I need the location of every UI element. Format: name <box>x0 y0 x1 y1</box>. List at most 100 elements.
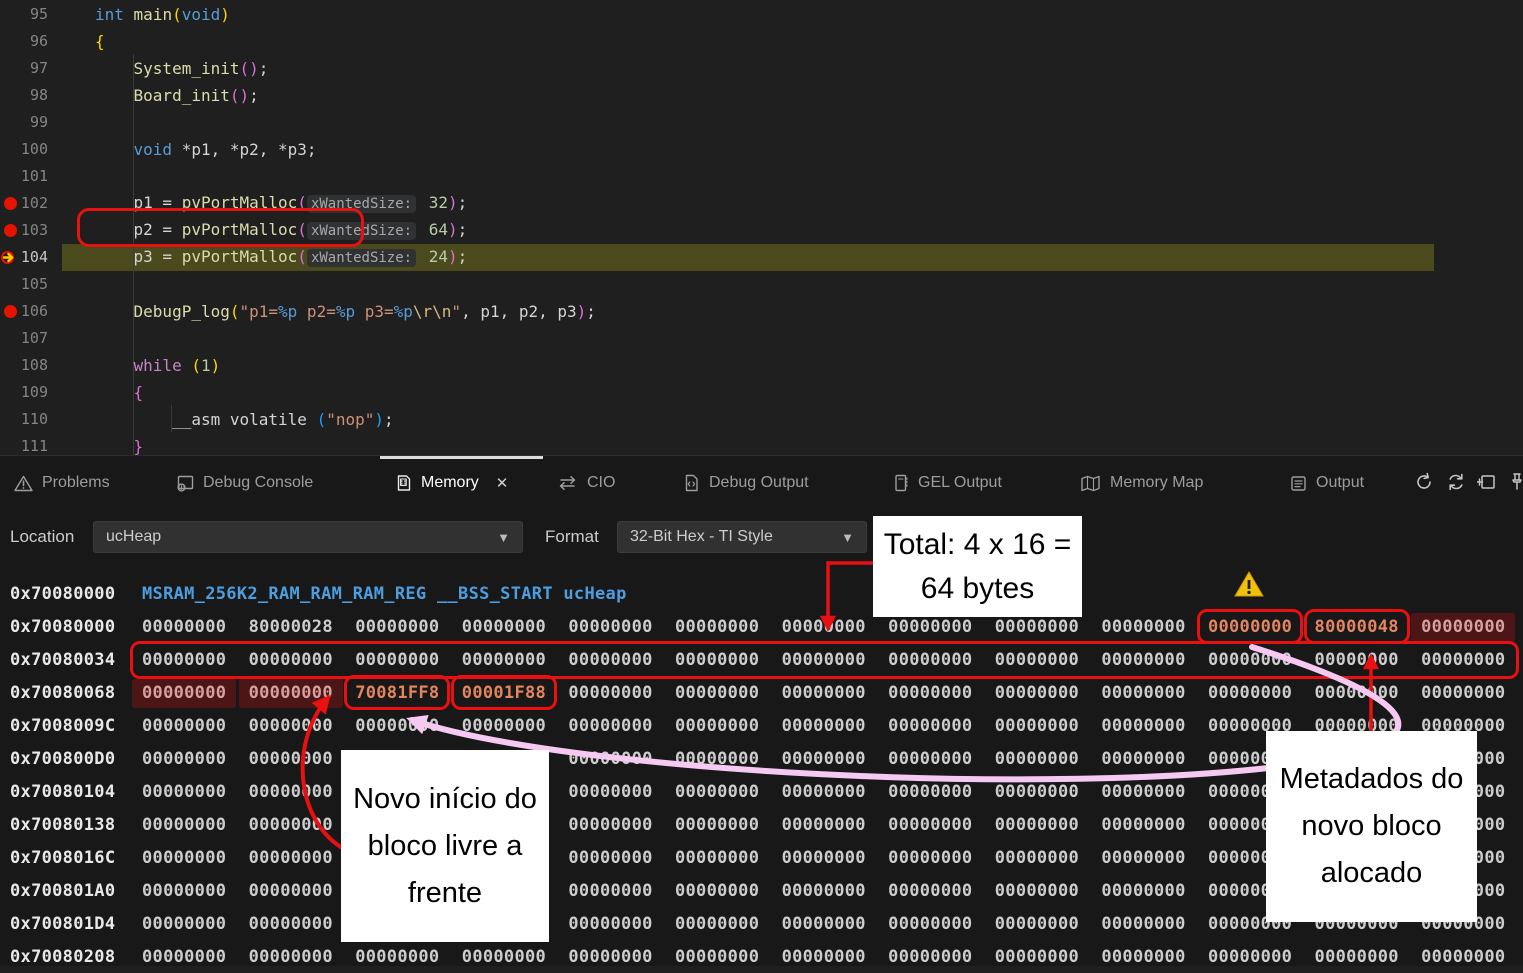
memory-cell[interactable]: 00000000 <box>782 782 889 802</box>
memory-cell[interactable]: 00000000 <box>249 749 356 769</box>
memory-cell[interactable]: 00000000 <box>1208 617 1315 637</box>
memory-cell[interactable]: 00000000 <box>995 848 1102 868</box>
memory-cell[interactable]: 00001F88 <box>462 683 569 703</box>
memory-cell[interactable]: 00000000 <box>568 683 675 703</box>
memory-cell[interactable]: 00000000 <box>995 683 1102 703</box>
memory-cell[interactable]: 00000000 <box>1315 947 1422 967</box>
memory-cell[interactable]: 00000000 <box>1101 815 1208 835</box>
memory-cell[interactable]: 00000000 <box>675 914 782 934</box>
memory-cell[interactable]: 00000000 <box>1101 848 1208 868</box>
tab-problems[interactable]: Problems <box>14 466 110 500</box>
memory-cell[interactable]: 00000000 <box>782 914 889 934</box>
memory-cell[interactable]: 00000000 <box>568 947 675 967</box>
memory-cell[interactable]: 00000000 <box>1208 947 1315 967</box>
memory-cell[interactable]: 00000000 <box>782 947 889 967</box>
tab-debug-console[interactable]: Debug Console <box>175 466 313 500</box>
memory-cell[interactable]: 00000000 <box>568 617 675 637</box>
memory-cell[interactable]: 00000000 <box>568 716 675 736</box>
memory-cell[interactable]: 00000000 <box>888 782 995 802</box>
memory-cell[interactable]: 00000000 <box>675 617 782 637</box>
memory-cell[interactable]: 00000000 <box>249 914 356 934</box>
memory-cell[interactable]: 00000000 <box>995 881 1102 901</box>
memory-cell[interactable]: 00000000 <box>995 617 1102 637</box>
memory-cell[interactable]: 00000000 <box>249 848 356 868</box>
memory-cell[interactable]: 00000000 <box>675 881 782 901</box>
memory-cell[interactable]: 00000000 <box>249 881 356 901</box>
memory-cell[interactable]: 00000000 <box>888 683 995 703</box>
memory-cell[interactable]: 00000000 <box>142 683 249 703</box>
memory-cell[interactable]: 00000000 <box>888 848 995 868</box>
memory-cell[interactable]: 00000000 <box>1421 617 1523 637</box>
memory-cell[interactable]: 70081FF8 <box>355 683 462 703</box>
breakpoint-icon[interactable] <box>4 224 17 237</box>
memory-cell[interactable]: 00000000 <box>675 815 782 835</box>
memory-cell[interactable]: 00000000 <box>782 683 889 703</box>
memory-cell[interactable]: 00000000 <box>142 716 249 736</box>
memory-cell[interactable]: 00000000 <box>1101 881 1208 901</box>
memory-cell[interactable]: 00000000 <box>568 881 675 901</box>
memory-cell[interactable]: 00000000 <box>1101 683 1208 703</box>
memory-cell[interactable]: 00000000 <box>1101 749 1208 769</box>
memory-cell[interactable]: 00000000 <box>995 947 1102 967</box>
memory-cell[interactable]: 00000000 <box>995 815 1102 835</box>
memory-cell[interactable]: 00000000 <box>888 749 995 769</box>
memory-cell[interactable]: 00000000 <box>568 815 675 835</box>
memory-cell[interactable]: 00000000 <box>1101 716 1208 736</box>
memory-cell[interactable]: 00000000 <box>888 815 995 835</box>
memory-cell[interactable]: 00000000 <box>249 782 356 802</box>
memory-cell[interactable]: 00000000 <box>249 815 356 835</box>
memory-cell[interactable]: 00000000 <box>249 683 356 703</box>
breakpoint-gutter[interactable] <box>0 305 20 318</box>
memory-cell[interactable]: 00000000 <box>995 749 1102 769</box>
memory-cell[interactable]: 00000000 <box>675 683 782 703</box>
memory-cell[interactable]: 00000000 <box>462 617 569 637</box>
memory-cell[interactable]: 00000000 <box>675 947 782 967</box>
memory-cell[interactable]: 00000000 <box>142 782 249 802</box>
memory-cell[interactable]: 00000000 <box>995 782 1102 802</box>
memory-cell[interactable]: 00000000 <box>355 617 462 637</box>
memory-cell[interactable]: 00000000 <box>888 617 995 637</box>
memory-cell[interactable]: 00000000 <box>249 947 356 967</box>
memory-cell[interactable]: 00000000 <box>995 716 1102 736</box>
memory-cell[interactable]: 00000000 <box>888 881 995 901</box>
memory-cell[interactable]: 00000000 <box>782 881 889 901</box>
memory-cell[interactable]: 00000000 <box>995 914 1102 934</box>
memory-cell[interactable]: 00000000 <box>142 947 249 967</box>
refresh-icon[interactable] <box>1443 469 1469 495</box>
code-editor[interactable]: 95int main(void)96{97 System_init();98 B… <box>0 0 1523 455</box>
memory-cell[interactable]: 80000048 <box>1315 617 1422 637</box>
memory-cell[interactable]: 00000000 <box>568 782 675 802</box>
memory-cell[interactable]: 00000000 <box>782 848 889 868</box>
location-combobox[interactable]: ucHeap ▼ <box>93 521 523 553</box>
memory-cell[interactable]: 00000000 <box>249 716 356 736</box>
breakpoint-icon[interactable] <box>4 197 17 210</box>
memory-cell[interactable]: 00000000 <box>1421 947 1523 967</box>
breakpoint-gutter[interactable] <box>0 197 20 210</box>
memory-cell[interactable]: 00000000 <box>782 617 889 637</box>
memory-cell[interactable]: 00000000 <box>782 716 889 736</box>
memory-cell[interactable]: 00000000 <box>142 881 249 901</box>
breakpoint-icon[interactable] <box>4 305 17 318</box>
memory-cell[interactable]: 00000000 <box>782 749 889 769</box>
memory-cell[interactable]: 80000028 <box>249 617 356 637</box>
format-combobox[interactable]: 32-Bit Hex - TI Style ▼ <box>617 521 867 553</box>
memory-cell[interactable]: 00000000 <box>568 749 675 769</box>
memory-cell[interactable]: 00000000 <box>675 782 782 802</box>
tab-cio[interactable]: CIO <box>557 466 615 500</box>
memory-cell[interactable]: 00000000 <box>142 848 249 868</box>
tab-output[interactable]: Output <box>1290 466 1364 500</box>
tab-gel-output[interactable]: GEL Output <box>893 466 1002 500</box>
memory-cell[interactable]: 00000000 <box>142 914 249 934</box>
memory-cell[interactable]: 00000000 <box>142 749 249 769</box>
memory-cell[interactable]: 00000000 <box>142 617 249 637</box>
new-memory-view-icon[interactable] <box>1474 469 1500 495</box>
memory-cell[interactable]: 00000000 <box>1421 683 1523 703</box>
memory-cell[interactable]: 00000000 <box>1101 617 1208 637</box>
breakpoint-gutter[interactable] <box>0 224 20 237</box>
memory-cell[interactable]: 00000000 <box>1101 947 1208 967</box>
memory-cell[interactable]: 00000000 <box>1101 782 1208 802</box>
close-tab-icon[interactable]: ✕ <box>496 474 509 492</box>
memory-cell[interactable]: 00000000 <box>675 848 782 868</box>
memory-cell[interactable]: 00000000 <box>462 716 569 736</box>
memory-cell[interactable]: 00000000 <box>568 848 675 868</box>
